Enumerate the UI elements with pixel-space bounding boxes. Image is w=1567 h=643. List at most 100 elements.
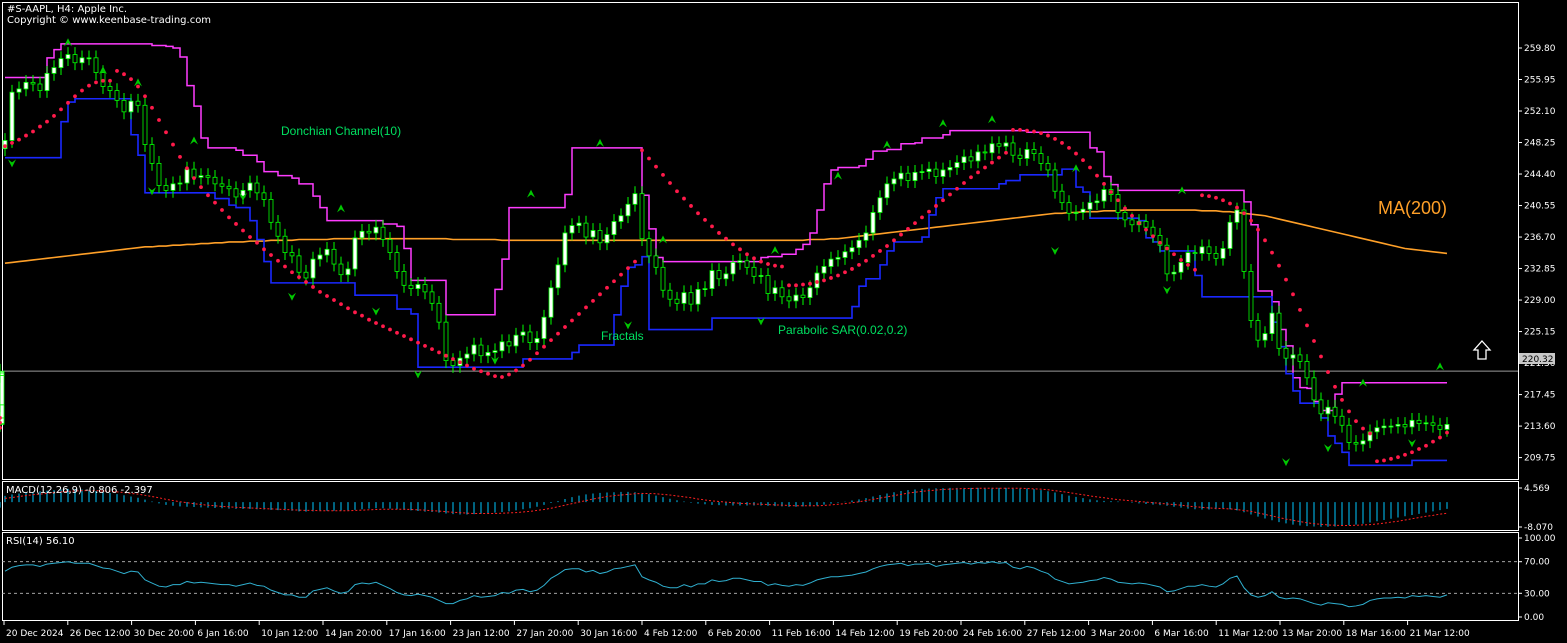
bull-candle <box>1290 354 1296 359</box>
bear-candle <box>765 275 771 294</box>
bull-candle <box>604 234 610 244</box>
sar-dot <box>80 88 84 93</box>
sar-dot <box>206 193 210 198</box>
bear-candle <box>1192 252 1198 254</box>
sar-dot <box>311 285 315 289</box>
bull-candle <box>1024 149 1030 159</box>
macd-panel-border <box>2 481 1519 531</box>
sar-dot <box>1368 431 1372 436</box>
x-axis: 20 Dec 2024 26 Dec 12:00 30 Dec 20:00 6 Jan… <box>3 621 1470 639</box>
bear-candle <box>282 235 288 253</box>
bull-candle <box>541 316 547 339</box>
bear-candle <box>205 175 211 178</box>
sar-dot <box>472 366 476 371</box>
bear-candle <box>163 185 169 191</box>
sar-dot <box>969 175 973 180</box>
bear-candle <box>191 168 197 178</box>
bull-candle <box>485 352 491 357</box>
bull-candle <box>1262 333 1268 341</box>
sar-dot <box>934 204 938 208</box>
sar-dot <box>815 280 819 284</box>
sar-dot <box>808 281 812 286</box>
macd-title: MACD(12,26,9) -0.806 -2.397 <box>6 485 153 496</box>
bull-candle <box>821 266 827 274</box>
bull-candle <box>1220 248 1226 259</box>
bull-candle <box>23 81 29 90</box>
bull-candle <box>807 287 813 298</box>
sar-dot <box>416 340 420 345</box>
bull-candle <box>0 374 5 406</box>
sar-dot <box>1291 292 1295 297</box>
sar-dot <box>395 330 399 335</box>
bull-candle <box>44 72 50 91</box>
bear-candle <box>716 270 722 280</box>
bear-candle <box>114 90 120 101</box>
fractal-up-icon <box>883 140 891 149</box>
symbol-title: #S-AAPL, H4: Apple Inc. <box>7 4 127 15</box>
sar-dot <box>24 133 28 138</box>
sar-dot <box>1214 195 1218 200</box>
sar-dot <box>451 357 455 361</box>
sar-dot <box>493 374 497 379</box>
bull-candle <box>695 289 701 305</box>
bear-candle <box>1318 399 1324 415</box>
bull-candle <box>513 334 519 347</box>
sar-dot <box>367 317 371 322</box>
sar-dot <box>199 185 203 190</box>
sar-dot <box>1193 267 1197 272</box>
rsi-title: RSI(14) 56.10 <box>6 536 75 547</box>
bear-candle <box>1402 424 1408 428</box>
bull-candle <box>548 287 554 318</box>
x-tick-label: 6 Mar 16:00 <box>1154 629 1209 639</box>
sar-dot <box>983 165 987 170</box>
bull-candle <box>65 54 71 60</box>
sar-dot <box>1354 419 1358 424</box>
sar-dot <box>780 264 784 269</box>
fractal-down-icon <box>288 292 296 301</box>
bull-candle <box>1423 422 1429 425</box>
sar-dot <box>857 262 861 267</box>
bear-candle <box>667 289 673 300</box>
sar-dot <box>178 154 182 159</box>
sar-dot <box>661 172 665 177</box>
bull-candle <box>1325 406 1331 415</box>
rsi-panel: 100.00 70.00 30.00 0.00 <box>2 534 1556 623</box>
x-tick-label: 30 Dec 20:00 <box>134 629 195 639</box>
bear-candle <box>1129 219 1135 226</box>
sar-dot <box>381 324 385 329</box>
fractal-down-icon <box>148 187 156 196</box>
x-tick-label: 10 Jan 12:00 <box>261 629 318 639</box>
bear-candle <box>779 287 785 298</box>
price-tick-label: 217.45 <box>1524 391 1556 401</box>
bear-candle <box>478 344 484 357</box>
sar-dot <box>255 240 259 245</box>
sar-dot <box>570 318 574 323</box>
sar-dot <box>1053 136 1057 141</box>
sar-dot <box>794 283 798 288</box>
bull-candle <box>1227 221 1233 249</box>
bear-candle <box>1122 212 1128 221</box>
bear-candle <box>996 143 1002 147</box>
bear-candle <box>1213 253 1219 259</box>
bear-candle <box>233 188 239 198</box>
sar-dot <box>829 276 833 280</box>
sar-dot <box>1095 173 1099 178</box>
price-tick-label: 213.60 <box>1524 422 1556 432</box>
sar-dot <box>1088 165 1092 170</box>
bull-candle <box>128 100 134 113</box>
bear-candle <box>1059 190 1065 204</box>
sar-dot <box>1242 211 1246 216</box>
bear-candle <box>1115 194 1121 213</box>
sar-dot <box>1165 246 1169 251</box>
sar-dot <box>87 83 91 88</box>
bear-candle <box>1010 142 1016 156</box>
bull-candle <box>0 370 5 374</box>
x-tick-label: 30 Jan 16:00 <box>580 629 637 639</box>
bull-candle <box>947 167 953 171</box>
ma-label: MA(200) <box>1378 198 1447 218</box>
bull-candle <box>625 203 631 217</box>
bull-candle <box>415 284 421 289</box>
fractal-down-icon <box>1051 246 1059 255</box>
x-tick-label: 18 Mar 16:00 <box>1346 629 1406 639</box>
bear-candle <box>1017 154 1023 159</box>
